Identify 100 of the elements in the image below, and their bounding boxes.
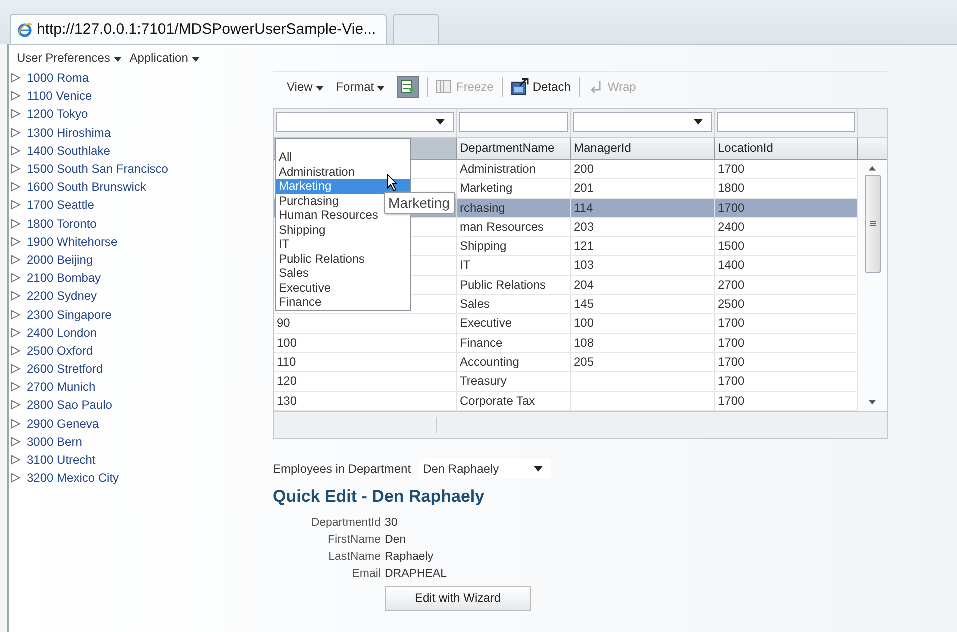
expand-icon[interactable]: [11, 364, 21, 374]
tree-item[interactable]: 1000 Roma: [27, 71, 90, 86]
expand-icon[interactable]: [11, 328, 21, 338]
filter-field[interactable]: [573, 112, 712, 132]
employee-dropdown[interactable]: Den Raphaely: [419, 458, 552, 479]
filter-field[interactable]: [717, 112, 855, 132]
table-row[interactable]: 110 Accounting 205 1700: [274, 352, 858, 372]
filter-field[interactable]: [459, 112, 568, 132]
table-cell: Corporate Tax: [460, 394, 536, 408]
tree-item[interactable]: 2200 Sydney: [27, 289, 98, 304]
scroll-down-icon[interactable]: [869, 400, 876, 405]
expand-icon[interactable]: [11, 310, 21, 320]
expand-icon[interactable]: [11, 182, 21, 192]
column-header[interactable]: LocationId: [715, 138, 858, 159]
menu-button[interactable]: Format: [336, 80, 386, 94]
table-cell: 1700: [718, 354, 745, 369]
table-cell: 100: [277, 336, 298, 350]
tooltip: Marketing: [384, 192, 455, 214]
table-cell: 1500: [718, 239, 745, 254]
expand-icon[interactable]: [11, 236, 21, 247]
tree-item[interactable]: 1100 Venice: [27, 89, 92, 104]
tree-item[interactable]: 2100 Bombay: [27, 271, 102, 286]
table-cell: 205: [574, 354, 594, 369]
expand-icon[interactable]: [11, 455, 21, 466]
filter-field[interactable]: [276, 112, 454, 132]
expand-icon[interactable]: [11, 473, 21, 484]
table-cell: 1800: [718, 181, 745, 196]
expand-icon[interactable]: [11, 273, 21, 284]
expand-icon[interactable]: [11, 91, 21, 102]
table-cell: Finance: [460, 336, 503, 350]
expand-icon[interactable]: [11, 346, 21, 356]
tree-item[interactable]: 1400 Southlake: [27, 144, 110, 158]
expand-icon[interactable]: [11, 400, 21, 410]
table-row[interactable]: 120 Treasury 1700: [274, 372, 858, 392]
expand-icon[interactable]: [11, 128, 21, 138]
tree-item[interactable]: 2400 London: [27, 326, 98, 340]
table-cell: 100: [574, 316, 594, 330]
scroll-thumb[interactable]: [864, 175, 880, 273]
dropdown-option[interactable]: Shipping: [276, 222, 410, 237]
expand-icon[interactable]: [11, 146, 21, 156]
browser-tab[interactable]: http://127.0.0.1:7101/MDSPowerUserSample-Vie...: [10, 14, 388, 44]
expand-icon[interactable]: [11, 164, 21, 174]
tree-item[interactable]: 2700 Munich: [27, 380, 96, 394]
table-row[interactable]: 100 Finance 108 1700: [274, 334, 858, 353]
edit-with-wizard-button[interactable]: Edit with Wizard: [385, 586, 531, 611]
menu-button[interactable]: Application: [130, 51, 200, 65]
expand-icon[interactable]: [11, 218, 21, 229]
dropdown-option[interactable]: Administration: [276, 164, 410, 179]
menu-button[interactable]: User Preferences: [17, 51, 122, 65]
expand-icon[interactable]: [11, 382, 21, 392]
tree-item[interactable]: 1600 South Brunswick: [27, 180, 146, 194]
column-header[interactable]: ManagerId: [571, 138, 715, 159]
field-label: FirstName: [328, 534, 381, 546]
query-by-example-button[interactable]: [397, 76, 420, 98]
table-cell: 108: [574, 336, 594, 350]
caret-icon: [534, 466, 544, 472]
dropdown-option[interactable]: IT: [276, 237, 410, 252]
table-cell: Shipping: [460, 239, 507, 254]
table-cell: 1700: [718, 162, 745, 176]
menu-button[interactable]: View: [287, 80, 324, 94]
table-row[interactable]: 90 Executive 100 1700: [274, 314, 858, 334]
table-cell: Executive: [460, 316, 512, 330]
caret-icon: [114, 57, 122, 62]
expand-icon[interactable]: [11, 254, 21, 265]
expand-icon[interactable]: [11, 200, 21, 210]
tree-item[interactable]: 2900 Geneva: [27, 416, 100, 431]
tree-item[interactable]: 1300 Hiroshima: [27, 126, 112, 140]
tree-item[interactable]: 3000 Bern: [27, 434, 82, 449]
tree-item[interactable]: 1800 Toronto: [27, 216, 97, 231]
tree-item[interactable]: 2000 Beijing: [27, 252, 94, 267]
dropdown-option[interactable]: Finance: [276, 295, 410, 310]
toolbar-button[interactable]: Detach: [510, 78, 571, 96]
tree-item[interactable]: 3200 Mexico City: [27, 471, 120, 486]
table-cell: rchasing: [460, 200, 506, 215]
tree-item[interactable]: 1700 Seattle: [27, 198, 94, 212]
table-cell: 2700: [718, 278, 745, 292]
expand-icon[interactable]: [11, 418, 21, 429]
scrollbar[interactable]: [858, 160, 887, 411]
tree-item[interactable]: 2500 Oxford: [27, 344, 94, 358]
tree-item[interactable]: 1200 Tokyo: [27, 107, 88, 122]
tree-item[interactable]: 2800 Sao Paulo: [27, 398, 112, 412]
field-value: DRAPHEAL: [385, 568, 447, 580]
tree-item[interactable]: 3100 Utrecht: [27, 453, 96, 468]
tree-item[interactable]: 2300 Singapore: [27, 308, 112, 322]
dropdown-option[interactable]: Executive: [276, 280, 410, 295]
field-value: 30: [385, 516, 398, 529]
table-row[interactable]: 130 Corporate Tax 1700: [274, 392, 858, 411]
table-cell: Sales: [460, 297, 490, 312]
table-cell: 204: [574, 278, 594, 292]
tree-item[interactable]: 1900 Whitehorse: [27, 234, 118, 249]
expand-icon[interactable]: [11, 109, 21, 120]
tree-item[interactable]: 2600 Stretford: [27, 362, 104, 376]
scroll-up-icon[interactable]: [869, 166, 876, 171]
expand-icon[interactable]: [11, 291, 21, 302]
column-header[interactable]: DepartmentName: [457, 138, 571, 159]
table-cell: 1400: [718, 258, 745, 272]
expand-icon[interactable]: [11, 73, 21, 84]
field-label: Email: [352, 568, 381, 580]
tree-item[interactable]: 1500 South San Francisco: [27, 162, 168, 176]
expand-icon[interactable]: [11, 436, 21, 447]
